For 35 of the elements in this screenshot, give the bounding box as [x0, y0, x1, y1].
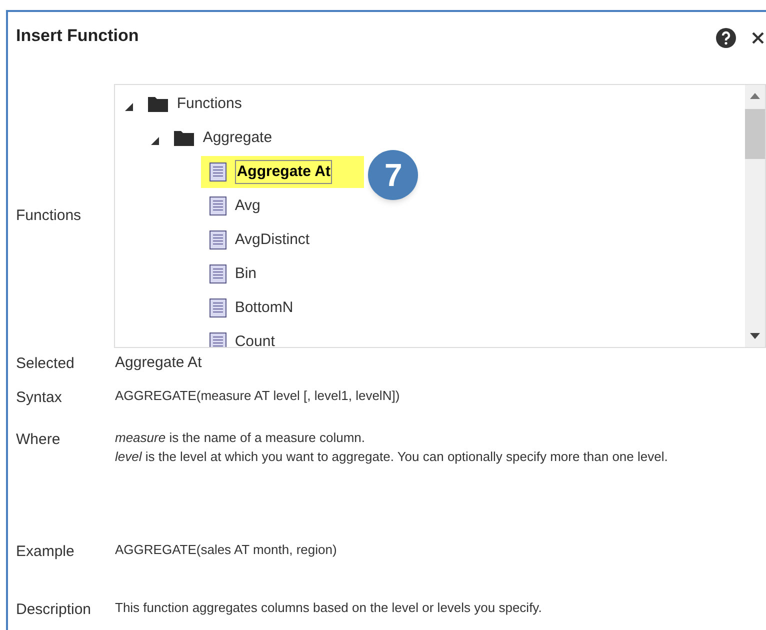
field-label: Example	[16, 543, 74, 560]
expand-arrow-icon[interactable]	[124, 103, 133, 111]
where-text: level is the level at which you want to aggregate. You can optionally specify more than one level.	[115, 448, 668, 466]
help-icon[interactable]	[716, 28, 736, 48]
description-text: This function aggregates columns based on the level or levels you specify.	[115, 599, 542, 617]
field-label: Where	[16, 431, 60, 448]
tree-item[interactable]: Bin	[234, 262, 257, 286]
selected-function-name: Aggregate At	[115, 353, 202, 373]
folder-icon	[146, 95, 169, 113]
document-icon	[208, 332, 227, 347]
step-number-badge: 7	[368, 150, 418, 200]
syntax-text: AGGREGATE(measure AT level [, level1, levelN])	[115, 387, 400, 405]
field-label: Description	[16, 601, 92, 618]
document-icon	[208, 298, 227, 318]
folder-icon	[172, 129, 195, 147]
tree-item[interactable]: Functions	[176, 92, 242, 116]
tree-item[interactable]: Aggregate	[202, 126, 272, 150]
functions-label: Functions	[16, 206, 82, 226]
field-label: Selected	[16, 355, 74, 372]
field-label: Syntax	[16, 389, 62, 406]
tree-item[interactable]: BottomN	[234, 296, 294, 320]
tree-item[interactable]: Count	[234, 330, 275, 347]
example-text: AGGREGATE(sales AT month, region)	[115, 541, 337, 559]
tree-item[interactable]: Aggregate At	[234, 160, 332, 184]
document-icon	[208, 230, 227, 250]
expand-arrow-icon[interactable]	[150, 137, 159, 145]
scrollbar[interactable]	[745, 85, 765, 347]
dialog-title: Insert Function	[16, 25, 139, 48]
close-icon[interactable]	[752, 32, 764, 44]
tree-item[interactable]: AvgDistinct	[234, 228, 310, 252]
document-icon	[208, 264, 227, 284]
document-icon	[208, 196, 227, 216]
tree-item[interactable]: Avg	[234, 194, 260, 218]
document-icon	[208, 162, 227, 182]
where-text: measure is the name of a measure column.	[115, 429, 366, 447]
